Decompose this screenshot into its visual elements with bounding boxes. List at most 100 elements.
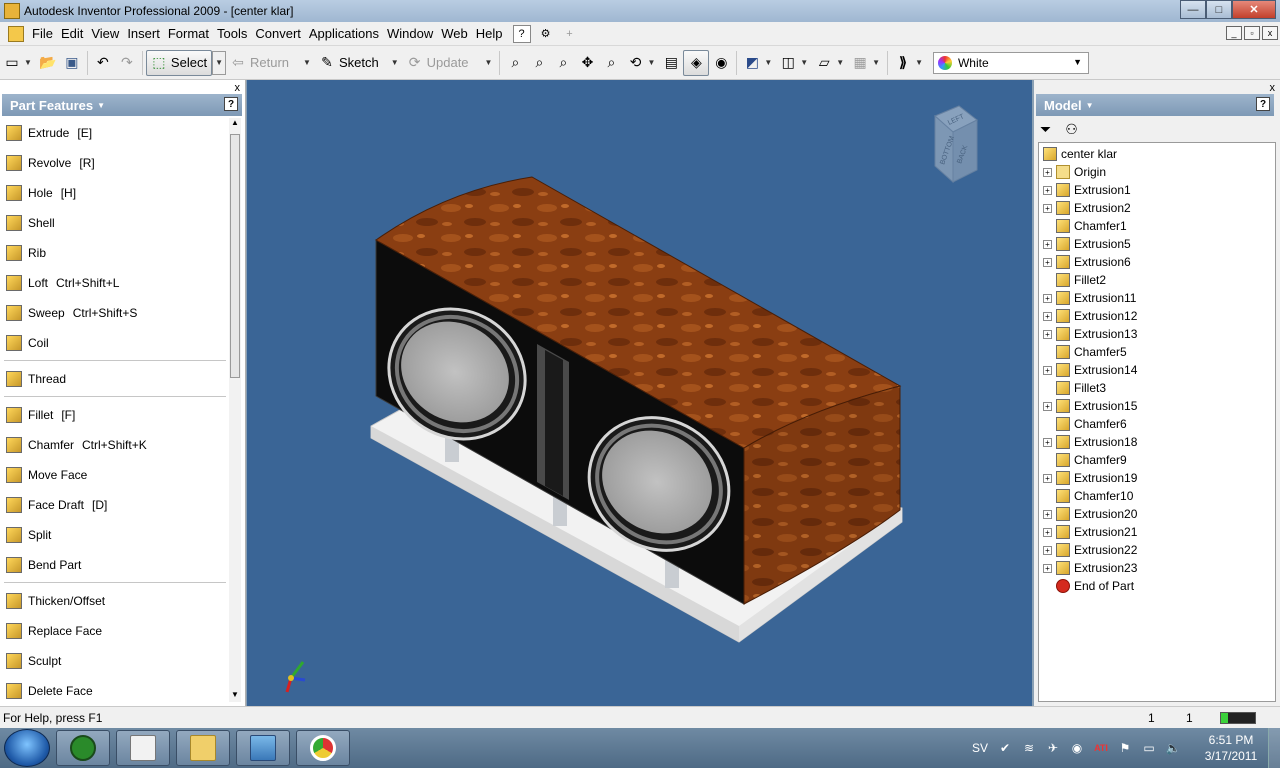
tree-node-extrusion[interactable]: + Extrusion12 xyxy=(1039,307,1275,325)
expand-icon[interactable]: + xyxy=(1043,329,1052,339)
tree-node-chamfer[interactable]: Chamfer9 xyxy=(1039,451,1275,469)
expand-icon[interactable]: + xyxy=(1043,311,1052,321)
scroll-up-icon[interactable]: ▲ xyxy=(229,118,241,130)
select-button[interactable]: ⬚ Select xyxy=(145,49,213,76)
feature-loft[interactable]: Loft Ctrl+Shift+L xyxy=(0,268,228,298)
panel-close-icon[interactable]: x xyxy=(235,82,241,94)
tree-node-end-of-part[interactable]: End of Part xyxy=(1039,577,1275,595)
sketch-button[interactable]: ✎ Sketch ▼ xyxy=(315,50,403,76)
new-button[interactable]: ▭ ▼ xyxy=(0,50,36,76)
tree-node-origin[interactable]: + Origin xyxy=(1039,163,1275,181)
select-dropdown[interactable]: ▼ xyxy=(212,50,226,75)
document-icon[interactable] xyxy=(8,25,24,42)
section-button[interactable]: ▱ ▼ xyxy=(812,50,848,76)
tree-node-extrusion[interactable]: + Extrusion20 xyxy=(1039,505,1275,523)
plane-tray-icon[interactable]: ✈ xyxy=(1046,741,1060,755)
feature-extrude[interactable]: Extrude [E] xyxy=(0,118,228,148)
feature-replace-face[interactable]: Replace Face xyxy=(0,616,228,646)
tree-node-extrusion[interactable]: + Extrusion13 xyxy=(1039,325,1275,343)
view-cube-button[interactable]: ◩ ▼ xyxy=(740,50,776,76)
model-header[interactable]: Model ▼ ? xyxy=(1036,94,1274,116)
feature-delete-face[interactable]: Delete Face xyxy=(0,676,228,706)
feature-coil[interactable]: Coil xyxy=(0,328,228,358)
shadow-button[interactable]: ◫ ▼ xyxy=(776,50,812,76)
feature-sculpt[interactable]: Sculpt xyxy=(0,646,228,676)
feature-list-scrollbar[interactable]: ▲ ▼ xyxy=(229,118,241,702)
menu-view[interactable]: View xyxy=(87,26,123,41)
feature-hole[interactable]: Hole [H] xyxy=(0,178,228,208)
feature-shell[interactable]: Shell xyxy=(0,208,228,238)
tree-node-extrusion[interactable]: + Extrusion18 xyxy=(1039,433,1275,451)
zoom-all-button[interactable]: ⌕ xyxy=(503,50,527,76)
inventor-app-icon[interactable] xyxy=(4,3,20,19)
feature-fillet[interactable]: Fillet [F] xyxy=(0,400,228,430)
network-icon[interactable]: ▭ xyxy=(1142,741,1156,755)
doc-close-button[interactable]: x xyxy=(1262,26,1278,40)
expand-icon[interactable]: + xyxy=(1043,437,1052,447)
menu-web[interactable]: Web xyxy=(437,26,472,41)
menu-insert[interactable]: Insert xyxy=(123,26,164,41)
add-icon[interactable]: + xyxy=(561,25,579,43)
spotify-tray-icon[interactable]: ≋ xyxy=(1022,741,1036,755)
taskbar-spotify[interactable] xyxy=(56,730,110,766)
expand-icon[interactable]: + xyxy=(1043,293,1052,303)
look-at-button[interactable]: ▤ xyxy=(659,50,683,76)
menu-file[interactable]: File xyxy=(28,26,57,41)
ati-tray-icon[interactable]: ATI xyxy=(1094,741,1108,755)
update-button[interactable]: ⟳ Update ▼ xyxy=(403,50,497,76)
tree-node-chamfer[interactable]: Chamfer5 xyxy=(1039,343,1275,361)
close-button[interactable]: ✕ xyxy=(1232,0,1276,19)
menu-convert[interactable]: Convert xyxy=(251,26,305,41)
panel-close-icon[interactable]: x xyxy=(1270,82,1276,94)
expand-icon[interactable]: + xyxy=(1043,527,1052,537)
orbit-button[interactable]: ⟲ ▼ xyxy=(623,50,659,76)
doc-restore-button[interactable]: ▫ xyxy=(1244,26,1260,40)
tree-node-extrusion[interactable]: + Extrusion23 xyxy=(1039,559,1275,577)
shaded-display-button[interactable]: ◈ xyxy=(683,49,710,76)
filter-icon[interactable]: ⏷ xyxy=(1040,121,1051,138)
expand-icon[interactable]: + xyxy=(1043,473,1052,483)
tree-node-extrusion[interactable]: + Extrusion19 xyxy=(1039,469,1275,487)
menu-format[interactable]: Format xyxy=(164,26,213,41)
menu-help[interactable]: Help xyxy=(472,26,507,41)
feature-thicken-offset[interactable]: Thicken/Offset xyxy=(0,586,228,616)
pan-button[interactable]: ✥ xyxy=(575,50,599,76)
start-button[interactable] xyxy=(4,729,50,767)
scrollbar-thumb[interactable] xyxy=(230,134,240,378)
tree-node-extrusion[interactable]: + Extrusion5 xyxy=(1039,235,1275,253)
feature-revolve[interactable]: Revolve [R] xyxy=(0,148,228,178)
taskbar-inventor[interactable] xyxy=(116,730,170,766)
volume-icon[interactable]: 🔈 xyxy=(1166,741,1181,755)
tree-node-fillet[interactable]: Fillet2 xyxy=(1039,271,1275,289)
redo-button[interactable]: ↷ xyxy=(115,50,139,76)
expand-icon[interactable]: + xyxy=(1043,239,1052,249)
find-binoculars-icon[interactable]: ⚇ xyxy=(1065,121,1078,138)
expand-icon[interactable]: + xyxy=(1043,185,1052,195)
zoom-button[interactable]: ⌕ xyxy=(551,50,575,76)
feature-sweep[interactable]: Sweep Ctrl+Shift+S xyxy=(0,298,228,328)
tree-node-extrusion[interactable]: + Extrusion1 xyxy=(1039,181,1275,199)
language-indicator[interactable]: SV xyxy=(972,741,988,755)
show-desktop-button[interactable] xyxy=(1268,728,1280,768)
tree-node-root[interactable]: center klar xyxy=(1039,145,1275,163)
expand-icon[interactable]: + xyxy=(1043,401,1052,411)
render-button[interactable]: ◉ xyxy=(709,50,733,76)
feature-rib[interactable]: Rib xyxy=(0,238,228,268)
shortcut-button[interactable]: ⟫ ▼ xyxy=(891,50,927,76)
part-features-header[interactable]: Part Features ▼ ? xyxy=(2,94,242,116)
feature-chamfer[interactable]: Chamfer Ctrl+Shift+K xyxy=(0,430,228,460)
save-button[interactable]: ▣ xyxy=(60,50,84,76)
menu-window[interactable]: Window xyxy=(383,26,437,41)
minimize-button[interactable]: — xyxy=(1180,0,1206,19)
expand-icon[interactable]: + xyxy=(1043,563,1052,573)
tree-node-extrusion[interactable]: + Extrusion14 xyxy=(1039,361,1275,379)
menu-tools[interactable]: Tools xyxy=(213,26,251,41)
maximize-button[interactable]: □ xyxy=(1206,0,1232,19)
tree-node-chamfer[interactable]: Chamfer1 xyxy=(1039,217,1275,235)
tree-node-extrusion[interactable]: + Extrusion2 xyxy=(1039,199,1275,217)
graphics-viewport[interactable]: LEFT BOTTOM BACK xyxy=(247,80,1032,706)
action-center-flag-icon[interactable]: ⚑ xyxy=(1118,741,1132,755)
expand-icon[interactable]: + xyxy=(1043,257,1052,267)
expand-icon[interactable]: + xyxy=(1043,509,1052,519)
expand-icon[interactable]: + xyxy=(1043,203,1052,213)
